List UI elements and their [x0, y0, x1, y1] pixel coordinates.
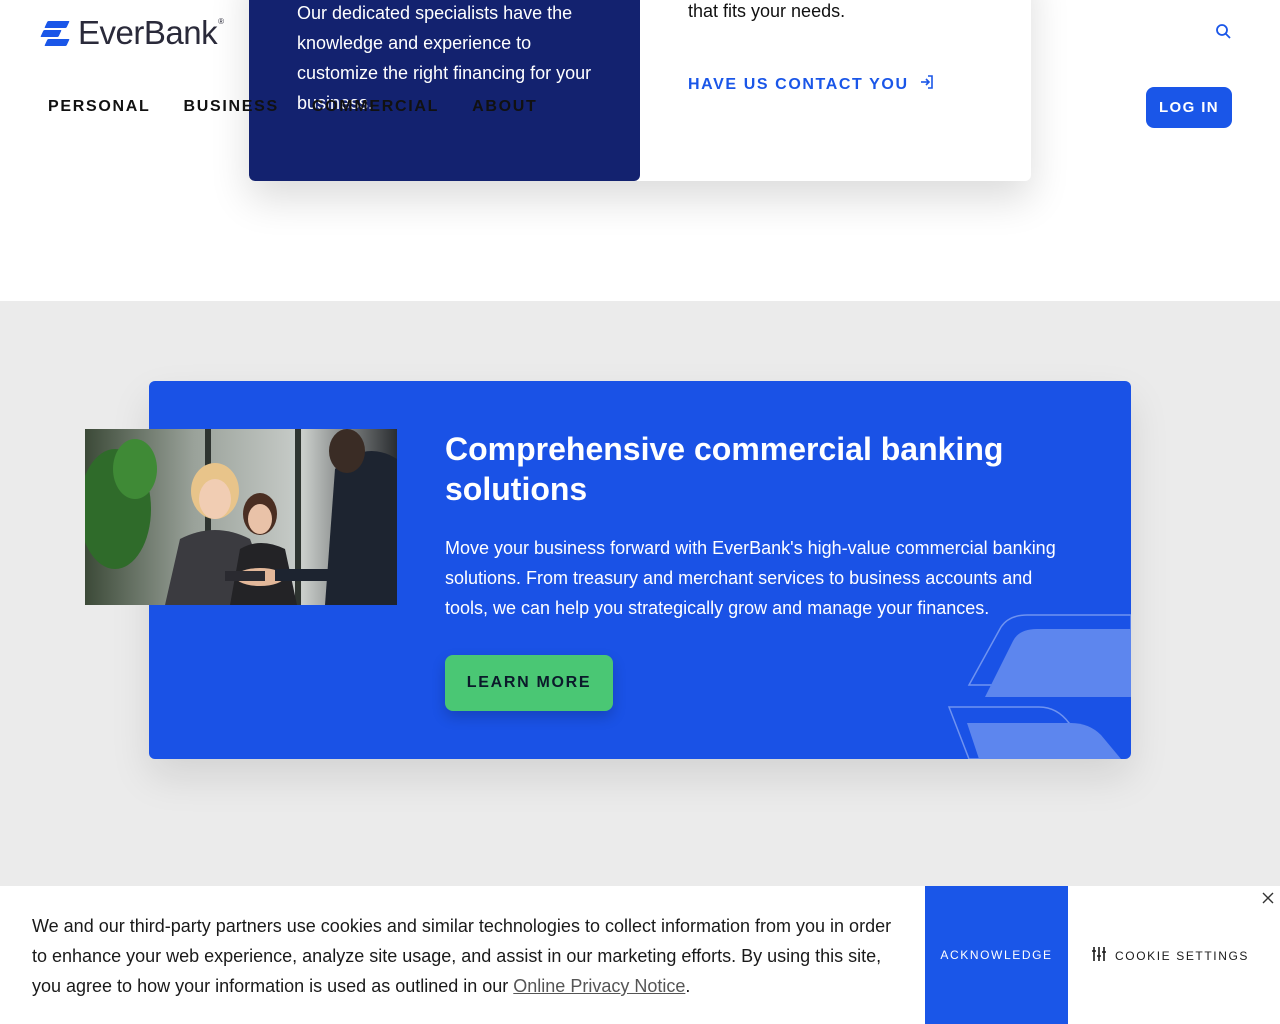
promo-title: Comprehensive commercial banking solutio…: [445, 431, 1004, 507]
have-us-contact-you-link[interactable]: HAVE US CONTACT YOU: [688, 74, 935, 95]
cookie-banner: We and our third-party partners use cook…: [0, 886, 1280, 1024]
sliders-icon: [1091, 946, 1107, 965]
cookie-settings-button[interactable]: COOKIE SETTINGS: [1091, 946, 1249, 965]
learn-more-button[interactable]: LEARN MORE: [445, 655, 613, 711]
main-nav: PERSONAL BUSINESS COMMERCIAL ABOUT: [48, 98, 538, 116]
online-privacy-notice-link[interactable]: Online Privacy Notice: [513, 976, 685, 996]
contact-link-label: HAVE US CONTACT YOU: [688, 75, 909, 93]
contact-card-right-text: together to find a tailored solution tha…: [688, 1, 846, 21]
logo-text: EverBank: [78, 14, 218, 51]
decorative-shapes: [947, 614, 1131, 759]
search-icon[interactable]: [1214, 22, 1234, 42]
contact-card: Our dedicated specialists have the knowl…: [249, 0, 1031, 181]
logo-registered-mark: ®: [218, 16, 224, 26]
nav-item-personal[interactable]: PERSONAL: [48, 98, 151, 116]
arrow-in-icon: [919, 74, 935, 95]
contact-card-left-panel: Our dedicated specialists have the knowl…: [249, 0, 640, 181]
nav-item-about[interactable]: ABOUT: [472, 98, 537, 116]
logo-mark-icon: [40, 19, 70, 47]
cookie-text-end: .: [685, 976, 691, 996]
nav-item-business[interactable]: BUSINESS: [184, 98, 279, 116]
cookie-banner-text: We and our third-party partners use cook…: [32, 911, 902, 1001]
everbank-logo[interactable]: EverBank ®: [40, 14, 224, 52]
cookie-settings-label: COOKIE SETTINGS: [1115, 948, 1250, 963]
close-icon[interactable]: [1259, 889, 1277, 907]
login-button[interactable]: LOG IN: [1146, 87, 1232, 128]
nav-item-commercial[interactable]: COMMERCIAL: [312, 98, 439, 116]
business-handshake-photo: [85, 429, 397, 605]
acknowledge-button[interactable]: ACKNOWLEDGE: [925, 886, 1068, 1024]
cookie-text-main: We and our third-party partners use cook…: [32, 916, 892, 996]
